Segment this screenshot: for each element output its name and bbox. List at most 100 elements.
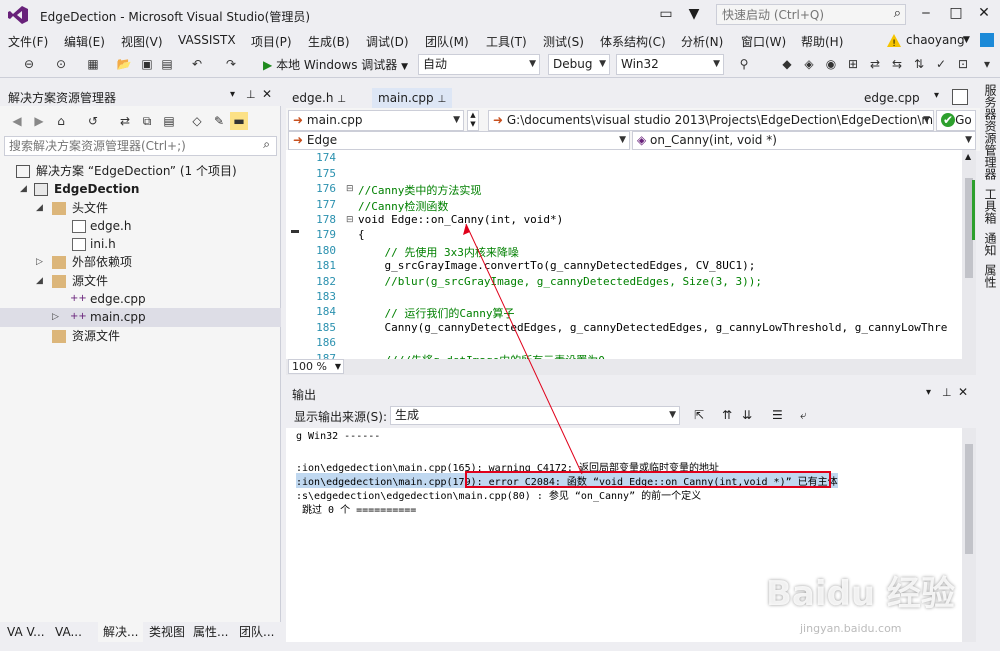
- class-combo[interactable]: ➜ Edge ▼: [288, 131, 630, 150]
- tab-toolbox[interactable]: 工具箱: [982, 188, 999, 224]
- tree-item-external-deps[interactable]: ▷ 外部依赖项: [0, 253, 281, 272]
- menu-architecture[interactable]: 体系结构(C): [600, 33, 666, 50]
- back-icon[interactable]: ◀: [8, 112, 26, 130]
- pin-icon[interactable]: ⊥: [246, 88, 256, 101]
- menu-help[interactable]: 帮助(H): [801, 33, 843, 50]
- maximize-button[interactable]: □: [942, 2, 970, 26]
- pin-icon[interactable]: ⊥: [942, 386, 952, 399]
- tree-item-edge-cpp[interactable]: ++ edge.cpp: [0, 290, 281, 309]
- tree-item-ini-h[interactable]: ini.h: [0, 235, 281, 254]
- show-all-files-icon[interactable]: ▤: [160, 112, 178, 130]
- user-dropdown-icon[interactable]: ▼: [963, 35, 970, 45]
- tree-item-source-files[interactable]: ◢ 源文件: [0, 272, 281, 291]
- menu-team[interactable]: 团队(M): [425, 33, 469, 50]
- build-config-combo[interactable]: Debug ▼: [548, 54, 610, 75]
- filter-icon[interactable]: ▼: [683, 4, 705, 24]
- tab-va-view[interactable]: VA V...: [2, 622, 50, 642]
- tool-c-icon[interactable]: ◉: [822, 55, 840, 73]
- find-icon[interactable]: ⚲: [735, 55, 753, 73]
- tool-h-icon[interactable]: ✓: [932, 55, 950, 73]
- next-message-icon[interactable]: ⇊: [742, 408, 752, 422]
- clear-all-icon[interactable]: ☰: [772, 408, 783, 422]
- undo-icon[interactable]: ↶: [188, 55, 206, 73]
- tab-notifications[interactable]: 通知: [982, 232, 999, 256]
- output-scrollbar[interactable]: [962, 428, 976, 642]
- file-spin-icon[interactable]: ▲ ▼: [467, 110, 479, 131]
- path-combo[interactable]: ➜ G:\documents\visual studio 2013\Projec…: [488, 110, 934, 131]
- solution-config-combo[interactable]: 自动 ▼: [418, 54, 540, 75]
- prev-message-icon[interactable]: ⇈: [722, 408, 732, 422]
- toolbar-overflow-icon[interactable]: ▾: [978, 55, 996, 73]
- minimize-button[interactable]: ‒: [912, 2, 940, 26]
- tool-f-icon[interactable]: ⇆: [888, 55, 906, 73]
- tree-item-resource-files[interactable]: 资源文件: [0, 327, 281, 346]
- menu-view[interactable]: 视图(V): [121, 33, 163, 50]
- editor-vertical-scrollbar[interactable]: ▲: [962, 150, 976, 360]
- tab-va-outline[interactable]: VA...: [50, 622, 87, 642]
- panel-close-icon[interactable]: ✕: [958, 385, 968, 399]
- collapse-all-icon[interactable]: ⧉: [138, 112, 156, 130]
- collapse-icon[interactable]: ▷: [36, 253, 43, 272]
- refresh-icon[interactable]: ⇄: [116, 112, 134, 130]
- expand-icon[interactable]: ◢: [36, 199, 43, 218]
- tab-properties[interactable]: 属性...: [188, 622, 233, 642]
- tree-item-project[interactable]: ◢ EdgeDection: [0, 180, 281, 199]
- warning-icon[interactable]: !: [887, 34, 901, 47]
- menu-window[interactable]: 窗口(W): [741, 33, 786, 50]
- panel-dropdown-icon[interactable]: ▾: [230, 89, 235, 100]
- tool-a-icon[interactable]: ◆: [778, 55, 796, 73]
- home-icon[interactable]: ⌂: [52, 112, 70, 130]
- file-combo[interactable]: ➜ main.cpp ▼: [288, 110, 464, 131]
- preview-icon[interactable]: ▬: [230, 112, 248, 130]
- feedback-icon[interactable]: ▭: [655, 4, 677, 24]
- quick-launch-input[interactable]: [717, 5, 882, 24]
- settings-icon[interactable]: [952, 89, 968, 105]
- tab-edge-h[interactable]: edge.h ⊥: [286, 88, 352, 108]
- go-button[interactable]: ✔ Go: [936, 110, 976, 131]
- pin-icon[interactable]: ⊥: [337, 94, 346, 105]
- open-file-icon[interactable]: 📂: [115, 55, 133, 73]
- menu-file[interactable]: 文件(F): [8, 33, 48, 50]
- panel-dropdown-icon[interactable]: ▾: [926, 387, 931, 398]
- tool-e-icon[interactable]: ⇄: [866, 55, 884, 73]
- tool-i-icon[interactable]: ⊡: [954, 55, 972, 73]
- pin-icon[interactable]: ⊥: [437, 94, 446, 105]
- fold-icon[interactable]: ⊟: [346, 184, 354, 194]
- start-debug-button[interactable]: ▶ 本地 Windows 调试器 ▼: [263, 55, 408, 75]
- user-name[interactable]: chaoyang: [906, 33, 965, 47]
- menu-test[interactable]: 测试(S): [543, 33, 584, 50]
- sync-icon[interactable]: ↺: [84, 112, 102, 130]
- quick-launch-box[interactable]: ⌕: [716, 4, 906, 25]
- find-message-icon[interactable]: ⇱: [694, 408, 704, 422]
- panel-close-icon[interactable]: ✕: [262, 87, 272, 101]
- tab-edge-cpp[interactable]: edge.cpp: [858, 88, 926, 108]
- tab-server-explorer[interactable]: 服务器资源管理器: [982, 84, 999, 180]
- redo-icon[interactable]: ↷: [222, 55, 240, 73]
- menu-edit[interactable]: 编辑(E): [64, 33, 105, 50]
- scroll-up-icon[interactable]: ▲: [965, 152, 971, 161]
- menu-build[interactable]: 生成(B): [308, 33, 350, 50]
- solution-search-input[interactable]: [5, 137, 245, 155]
- navigate-forward-icon[interactable]: ⊙: [52, 55, 70, 73]
- tab-properties-right[interactable]: 属性: [982, 264, 999, 288]
- tab-main-cpp[interactable]: main.cpp ⊥: [372, 88, 453, 108]
- view-code-icon[interactable]: ◇: [188, 112, 206, 130]
- close-button[interactable]: ✕: [970, 2, 998, 26]
- expand-icon[interactable]: ◢: [36, 272, 43, 291]
- tool-g-icon[interactable]: ⇅: [910, 55, 928, 73]
- navigate-back-icon[interactable]: ⊖: [20, 55, 38, 73]
- menu-debug[interactable]: 调试(D): [366, 33, 409, 50]
- properties-icon[interactable]: ✎: [210, 112, 228, 130]
- tool-d-icon[interactable]: ⊞: [844, 55, 862, 73]
- save-icon[interactable]: ▣: [138, 55, 156, 73]
- scroll-thumb[interactable]: [965, 444, 973, 554]
- menu-analyze[interactable]: 分析(N): [681, 33, 723, 50]
- word-wrap-icon[interactable]: ⤶: [800, 408, 807, 423]
- tab-solution-explorer[interactable]: 解决...: [98, 622, 144, 642]
- menu-tools[interactable]: 工具(T): [486, 33, 527, 50]
- menu-project[interactable]: 项目(P): [251, 33, 292, 50]
- tab-class-view[interactable]: 类视图: [144, 622, 190, 642]
- expand-icon[interactable]: ◢: [20, 180, 27, 199]
- avatar[interactable]: [980, 33, 994, 47]
- forward-icon[interactable]: ▶: [30, 112, 48, 130]
